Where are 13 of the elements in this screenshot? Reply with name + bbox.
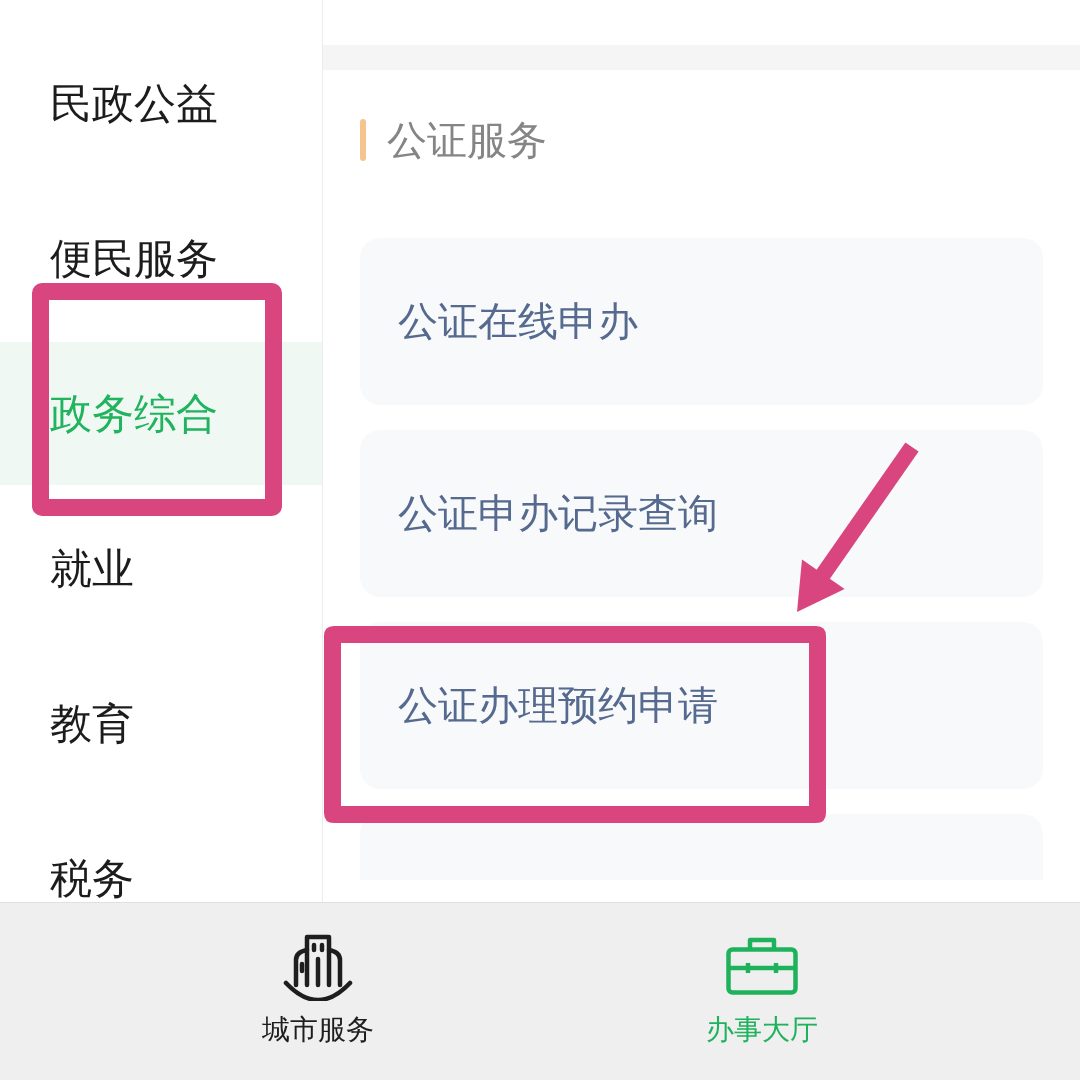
service-item[interactable]: 公证办理预约申请	[360, 622, 1043, 789]
service-item[interactable]: 公证申办记录查询	[360, 430, 1043, 597]
sidebar-item[interactable]: 便民服务	[0, 187, 322, 330]
sidebar-item[interactable]: 就业	[0, 497, 322, 640]
tab-item[interactable]: 城市服务	[256, 931, 380, 1049]
sidebar-item[interactable]: 教育	[0, 652, 322, 795]
accent-bar	[360, 119, 366, 161]
city-buildings-icon	[283, 933, 353, 1001]
sidebar-item[interactable]: 税务	[0, 807, 322, 902]
service-item[interactable]: 公证在线申办	[360, 238, 1043, 405]
section-title: 公证服务	[387, 119, 547, 161]
sidebar-item[interactable]: 民政公益	[0, 32, 322, 175]
briefcase-icon	[726, 937, 798, 995]
